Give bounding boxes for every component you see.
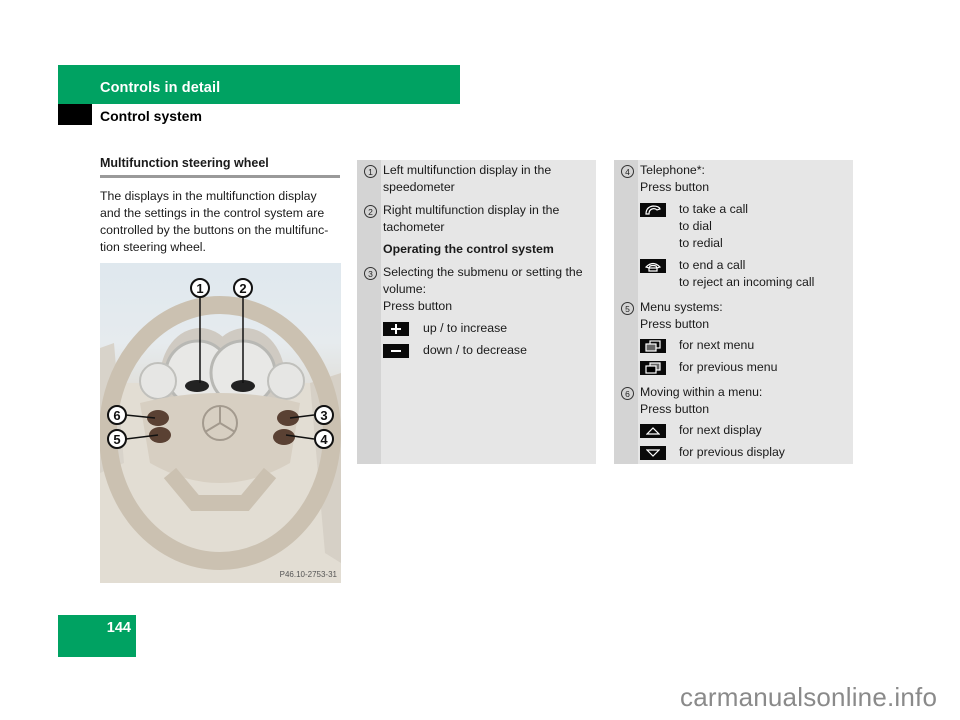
watermark: carmanualsonline.info (680, 682, 938, 712)
text-line: Press button (383, 299, 453, 313)
item-number: 4 (621, 165, 634, 178)
button-label: for previous display (679, 445, 785, 459)
button-label: up / to increase (423, 321, 508, 335)
item-number: 1 (364, 165, 377, 178)
pickup-labels: to take a call to dial to redial (679, 201, 748, 252)
steering-wheel-illustration (100, 296, 341, 583)
callout-4: 4 (314, 429, 334, 449)
subheading: Multifunction steering wheel (100, 156, 340, 178)
button-label: for next menu (679, 338, 755, 352)
item-2-text: Right multifunction display in the tacho… (383, 202, 559, 236)
text-line: Left multifunction display in the (383, 163, 552, 177)
item-3-text: Selecting the submenu or setting the vol… (383, 264, 583, 315)
text-line: Right multifunction display in the (383, 203, 560, 217)
text-line: Press button (640, 180, 710, 194)
text-line: to reject an incoming call (679, 275, 815, 289)
text-line: Telephone*: (640, 163, 705, 177)
button-label: for next display (679, 423, 762, 437)
item-6-text: Moving within a menu: Press button (640, 384, 762, 418)
hangup-labels: to end a call to reject an incoming call (679, 257, 814, 291)
button-label: for previous menu (679, 360, 778, 374)
item-number: 2 (364, 205, 377, 218)
text-line: Moving within a menu: (640, 385, 763, 399)
figure-code: P46.10-2753-31 (279, 570, 337, 579)
operating-heading: Operating the control system (383, 242, 554, 256)
previous-menu-icon (640, 361, 666, 375)
next-menu-icon (640, 339, 666, 353)
intro-line: The displays in the multifunction displa… (100, 189, 317, 203)
chapter-title: Controls in detail (100, 80, 221, 96)
item-number: 3 (364, 267, 377, 280)
section-title: Control system (100, 108, 202, 124)
text-line: to dial (679, 219, 712, 233)
up-arrow-icon (640, 424, 666, 438)
middle-info-panel: 1 Left multifunction display in the spee… (357, 160, 596, 464)
steering-wheel-figure: 1 2 3 4 5 6 P46.10-2753-31 (100, 263, 341, 583)
item-5-text: Menu systems: Press button (640, 299, 723, 333)
callout-3: 3 (314, 405, 334, 425)
text-line: Press button (640, 402, 710, 416)
plus-button-icon (383, 322, 409, 336)
text-line: Menu systems: (640, 300, 723, 314)
callout-1: 1 (190, 278, 210, 298)
text-line: Press button (640, 317, 710, 331)
right-info-panel: 4 Telephone*: Press button to take a cal… (614, 160, 853, 464)
button-label: down / to decrease (423, 343, 527, 357)
item-number: 6 (621, 387, 634, 400)
phone-pickup-icon (640, 203, 666, 217)
intro-line: tion steering wheel. (100, 240, 206, 254)
minus-button-icon (383, 344, 409, 358)
text-line: to end a call (679, 258, 746, 272)
callout-2: 2 (233, 278, 253, 298)
callout-5: 5 (107, 429, 127, 449)
down-arrow-icon (640, 446, 666, 460)
text-line: tachometer (383, 220, 445, 234)
page-number: 144 (106, 620, 131, 636)
item-number: 5 (621, 302, 634, 315)
text-line: speedometer (383, 180, 455, 194)
text-line: to take a call (679, 202, 749, 216)
item-1-text: Left multifunction display in the speedo… (383, 162, 551, 196)
section-marker (58, 104, 92, 125)
callout-6: 6 (107, 405, 127, 425)
item-4-text: Telephone*: Press button (640, 162, 709, 196)
phone-hangup-icon (640, 259, 666, 273)
intro-paragraph: The displays in the multifunction displa… (100, 188, 345, 256)
text-line: volume: (383, 282, 427, 296)
intro-line: controlled by the buttons on the multifu… (100, 223, 329, 237)
text-line: to redial (679, 236, 723, 250)
text-line: Selecting the submenu or setting the (383, 265, 583, 279)
intro-line: and the settings in the control system a… (100, 206, 325, 220)
